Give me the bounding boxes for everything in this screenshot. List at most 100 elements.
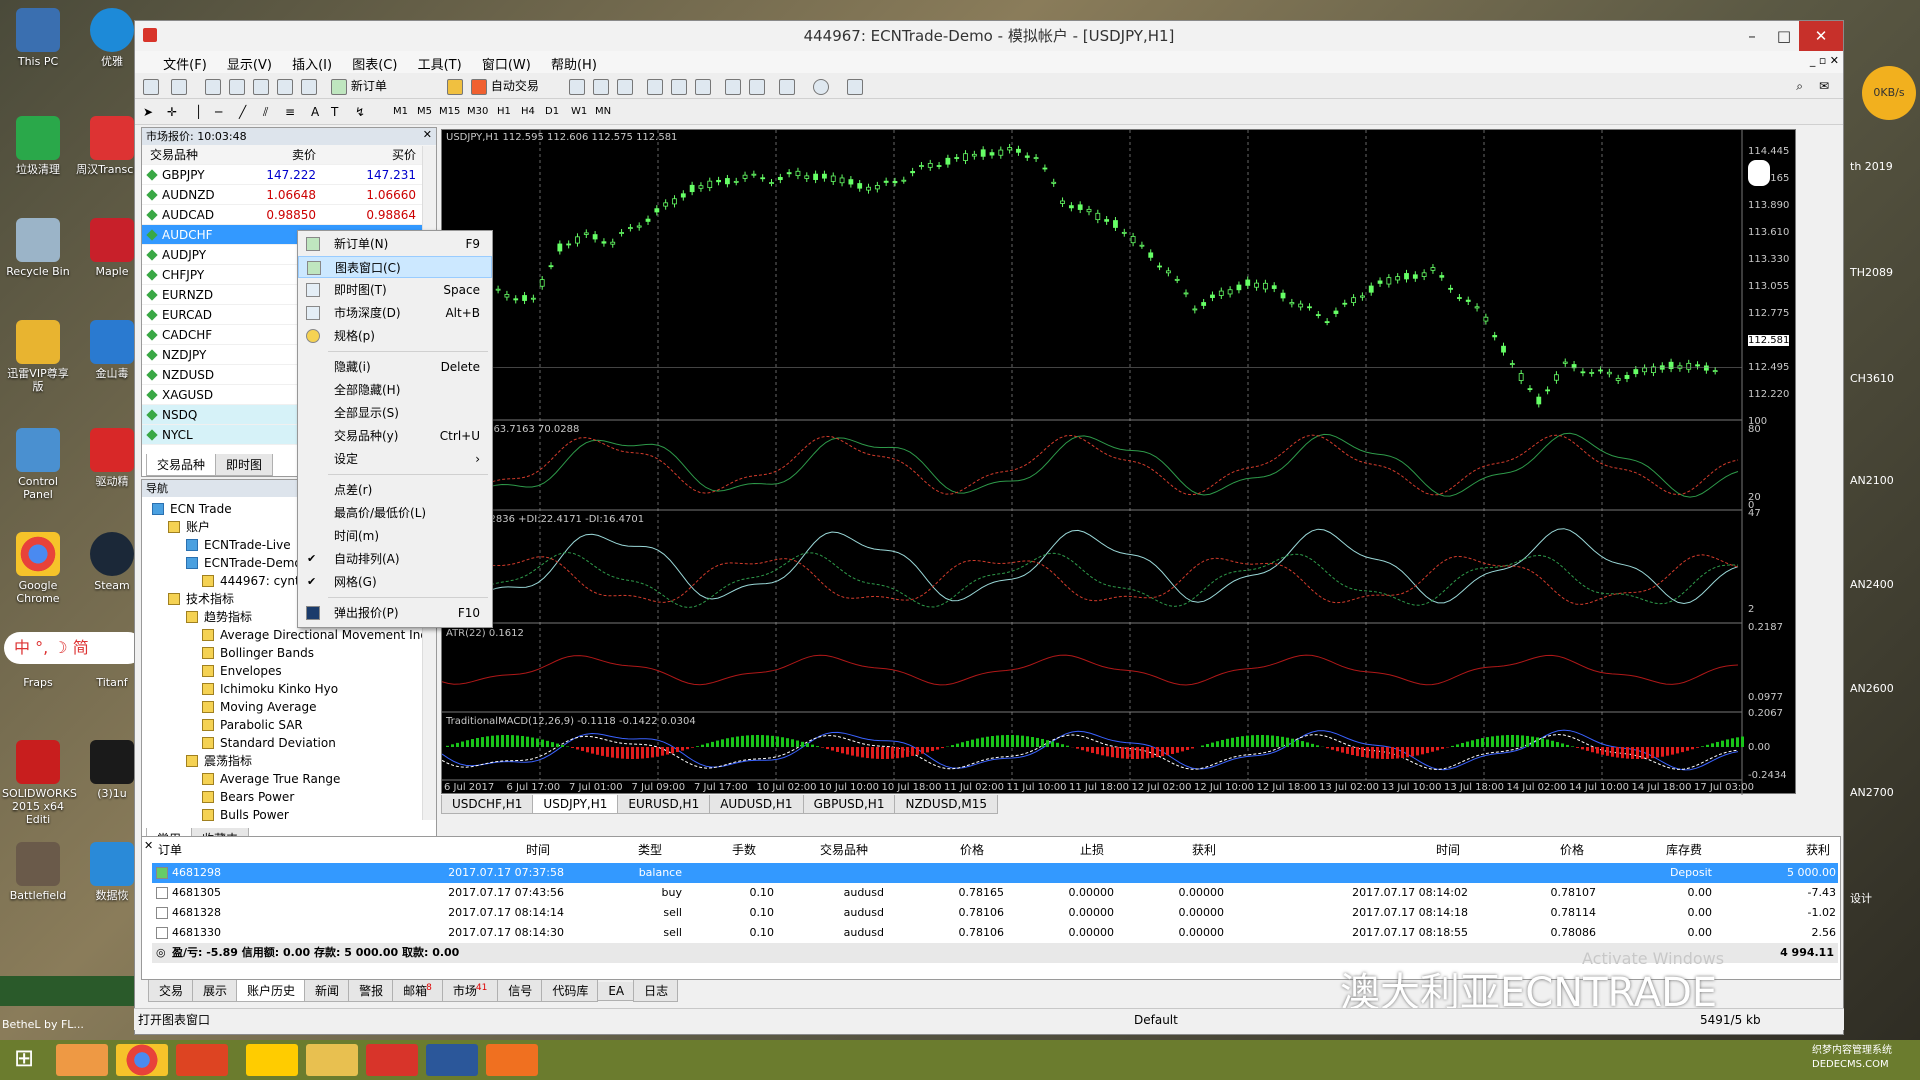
line-chart-button[interactable] [617, 77, 633, 95]
timeframe-h1[interactable]: H1 [497, 103, 511, 121]
terminal-close-icon[interactable]: ✕ [144, 839, 153, 852]
autoscroll-button[interactable] [725, 77, 741, 95]
column-close-price[interactable]: 价格 [1560, 841, 1584, 858]
taskbar-explorer-icon[interactable] [306, 1044, 358, 1076]
terminal-tab[interactable]: 警报 [348, 980, 394, 1002]
crosshair-tool[interactable]: ✛ [167, 103, 177, 121]
column-price[interactable]: 价格 [960, 841, 984, 858]
column-symbol[interactable]: 交易品种 [820, 841, 868, 858]
label-tool[interactable]: T [331, 103, 338, 121]
navigator-item[interactable]: Envelopes [202, 662, 282, 680]
minimize-button[interactable]: – [1739, 21, 1765, 51]
terminal-tab[interactable]: 展示 [192, 980, 238, 1002]
start-button[interactable]: ⊞ [6, 1044, 42, 1076]
menu-item-high-low[interactable]: 最高价/最低价(L) [298, 502, 492, 524]
column-profit[interactable]: 获利 [1806, 841, 1830, 858]
terminal-tab[interactable]: 市场41 [441, 980, 499, 1002]
desktop-icon[interactable]: 迅雷VIP尊享版 [2, 320, 74, 393]
launcher-bar[interactable] [0, 976, 134, 1006]
timeframe-w1[interactable]: W1 [571, 103, 587, 121]
chart-tab[interactable]: GBPUSD,H1 [802, 795, 896, 814]
navigator-item[interactable]: ECNTrade-Live [186, 536, 291, 554]
tester-button[interactable] [301, 77, 317, 95]
chart-tab[interactable]: EURUSD,H1 [617, 795, 711, 814]
market-watch-row[interactable]: AUDCAD 0.98850 0.98864 [142, 205, 436, 225]
bar-chart-button[interactable] [569, 77, 585, 95]
taskbar-chrome-icon[interactable] [116, 1044, 168, 1076]
vertical-line-tool[interactable]: │ [195, 103, 202, 121]
menu-item-depth-of-market[interactable]: 市场深度(D) Alt+B [298, 302, 492, 324]
metaeditor-button[interactable] [447, 77, 463, 95]
close-button[interactable]: ✕ [1799, 21, 1843, 51]
column-type[interactable]: 类型 [638, 841, 662, 858]
menu-item-spread[interactable]: 点差(r) [298, 479, 492, 501]
history-row[interactable]: 4681298 2017.07.17 07:37:58 balance Deposit… [152, 863, 1838, 883]
taskbar-news-icon[interactable] [176, 1044, 228, 1076]
market-watch-row[interactable]: GBPJPY 147.222 147.231 [142, 165, 436, 185]
column-order[interactable]: 订单 [158, 841, 182, 858]
desktop-icon[interactable]: 垃圾清理 [2, 116, 74, 176]
terminal-tab[interactable]: 邮箱8 [392, 980, 443, 1002]
zoom-in-button[interactable] [647, 77, 663, 95]
candle-chart-button[interactable] [593, 77, 609, 95]
new-chart-button[interactable] [143, 77, 159, 95]
column-bid[interactable]: 卖价 [292, 145, 316, 165]
desktop-icon[interactable]: Control Panel [2, 428, 74, 501]
timeframe-m5[interactable]: M5 [417, 103, 432, 121]
trendline-tool[interactable]: ╱ [239, 103, 246, 121]
navigator-item[interactable]: Ichimoku Kinko Hyo [202, 680, 338, 698]
maximize-button[interactable]: □ [1771, 21, 1797, 51]
terminal-tab[interactable]: EA [597, 982, 635, 1001]
templates-button[interactable] [847, 77, 863, 95]
taskbar-app-icon[interactable] [56, 1044, 108, 1076]
navigator-item[interactable]: ECNTrade-Demo [186, 554, 302, 572]
column-ask[interactable]: 买价 [392, 145, 416, 165]
search-button[interactable]: ⌕ [1796, 77, 1803, 95]
terminal-tab[interactable]: 交易 [148, 980, 194, 1002]
menu-item-show-all[interactable]: 全部显示(S) [298, 402, 492, 424]
periods-button[interactable] [813, 77, 829, 95]
ime-bar[interactable]: 中 °, ☽ 简 [4, 632, 144, 664]
timeframe-m30[interactable]: M30 [467, 103, 488, 121]
desktop-icon[interactable]: Google Chrome [2, 532, 74, 605]
cursor-tool[interactable]: ➤ [143, 103, 153, 121]
column-close-time[interactable]: 时间 [1436, 841, 1460, 858]
chart-tab[interactable]: NZDUSD,M15 [894, 795, 998, 814]
column-sl[interactable]: 止损 [1080, 841, 1104, 858]
chart-shift-button[interactable] [749, 77, 765, 95]
terminal-tab[interactable]: 新闻 [304, 980, 350, 1002]
menu-item-chart-window[interactable]: 图表窗口(C) [298, 256, 492, 278]
navigator-item[interactable]: Bears Power [202, 788, 294, 806]
profiles-button[interactable] [171, 77, 187, 95]
history-row[interactable]: 4681305 2017.07.17 07:43:56 buy 0.10 audusd 0… [152, 883, 1838, 903]
chart-window[interactable]: USDJPY,H1 112.595 112.606 112.575 112.58… [441, 129, 1796, 795]
auto-trading-button[interactable]: 自动交易 [471, 77, 539, 95]
chat-button[interactable]: ✉ [1819, 77, 1829, 95]
navigator-item[interactable]: Moving Average [202, 698, 316, 716]
timeframe-h4[interactable]: H4 [521, 103, 535, 121]
navigator-item[interactable]: Parabolic SAR [202, 716, 303, 734]
timeframe-m15[interactable]: M15 [439, 103, 460, 121]
menu-item-auto-arrange[interactable]: ✔ 自动排列(A) [298, 548, 492, 570]
desktop-icon[interactable]: Recycle Bin [2, 218, 74, 278]
navigator-item[interactable]: Standard Deviation [202, 734, 336, 752]
navigator-item[interactable]: ECN Trade [152, 500, 232, 518]
arrows-tool[interactable]: ↯ [355, 103, 365, 121]
menu-item-new-order[interactable]: 新订单(N) F9 [298, 233, 492, 255]
taskbar-mt4-icon[interactable] [366, 1044, 418, 1076]
navigator-item[interactable]: Bollinger Bands [202, 644, 314, 662]
history-row[interactable]: 4681330 2017.07.17 08:14:30 sell 0.10 audusd… [152, 923, 1838, 943]
navigator-item[interactable]: 震荡指标 [186, 752, 252, 770]
terminal-button[interactable] [277, 77, 293, 95]
market-watch-row[interactable]: AUDNZD 1.06648 1.06660 [142, 185, 436, 205]
chart-tab[interactable]: AUDUSD,H1 [709, 795, 804, 814]
navigator-item[interactable]: 技术指标 [168, 590, 234, 608]
menu-item-sets[interactable]: 设定 › [298, 448, 492, 470]
column-symbol[interactable]: 交易品种 [150, 145, 198, 165]
menu-item-specification[interactable]: 规格(p) [298, 325, 492, 347]
mdi-controls[interactable]: _ ▫ ✕ [1810, 54, 1839, 67]
taskbar-word-icon[interactable] [426, 1044, 478, 1076]
desktop-icon[interactable]: SOLIDWORKS 2015 x64 Editi [2, 740, 77, 826]
desktop-icon[interactable]: Fraps [2, 676, 74, 689]
menu-item-symbols[interactable]: 交易品种(y) Ctrl+U [298, 425, 492, 447]
